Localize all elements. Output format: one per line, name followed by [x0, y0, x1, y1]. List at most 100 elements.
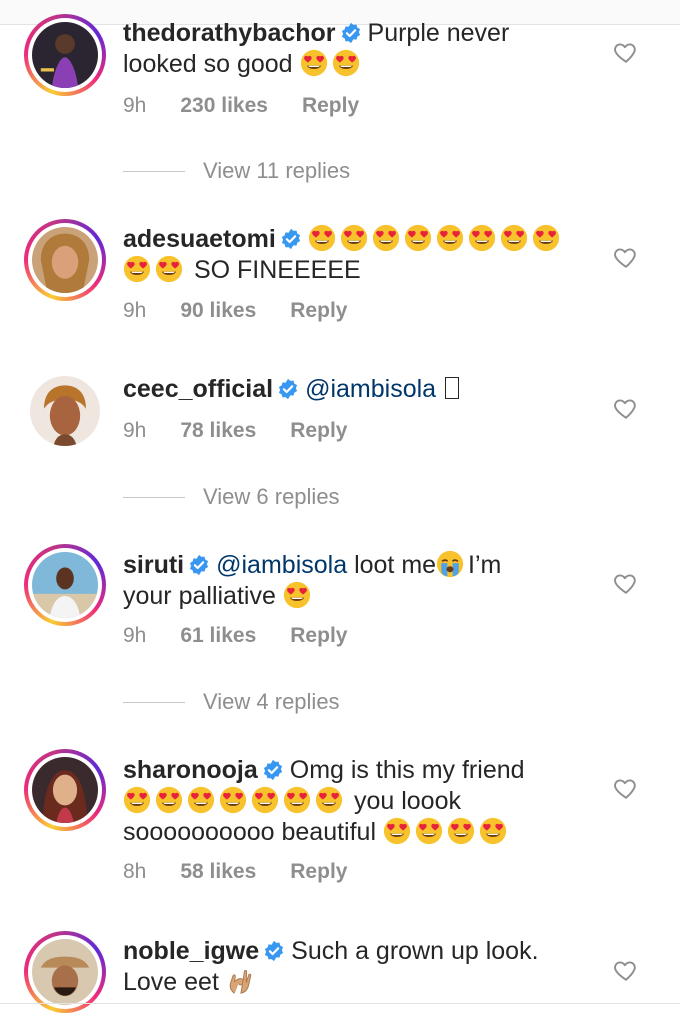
timestamp: 9h [123, 624, 147, 647]
heart-eyes-emoji-icon [187, 786, 215, 814]
username[interactable]: adesuaetomi [123, 225, 276, 253]
avatar[interactable] [30, 376, 100, 446]
missing-glyph-icon [445, 377, 460, 399]
comment-meta: 9h 61 likes Reply [123, 624, 347, 648]
avatar[interactable] [24, 219, 106, 301]
crying-emoji-icon [436, 550, 464, 578]
view-replies-label[interactable]: View 11 replies [203, 158, 350, 184]
heart-eyes-emoji-icon [251, 786, 279, 814]
comment-text: sharonooja Omg is this my friend you looo… [123, 755, 593, 848]
username[interactable]: thedorathybachor [123, 19, 336, 47]
comment-body: Purple never [367, 19, 510, 47]
view-replies-label[interactable]: View 6 replies [203, 484, 340, 510]
heart-eyes-emoji-icon [308, 224, 336, 252]
view-replies-label[interactable]: View 4 replies [203, 689, 340, 715]
verified-badge-icon [340, 22, 362, 44]
username[interactable]: sharonooja [123, 756, 258, 784]
view-replies-button[interactable]: View 11 replies [123, 158, 423, 188]
comment-body: your palliative [123, 582, 276, 610]
comment-body: loot me [354, 551, 437, 579]
heart-outline-icon[interactable] [613, 395, 639, 421]
heart-eyes-emoji-icon [300, 49, 328, 77]
likes-count[interactable]: 61 likes [180, 624, 256, 647]
verified-badge-icon [188, 554, 210, 576]
comment-body: soooooooooo beautiful [123, 818, 377, 846]
heart-eyes-emoji-icon [155, 786, 183, 814]
divider [123, 702, 185, 703]
divider [123, 497, 185, 498]
heart-eyes-emoji-icon [404, 224, 432, 252]
verified-badge-icon [280, 228, 302, 250]
comment-text: siruti @iambisola loot me I’m your palliat… [123, 550, 593, 612]
comment-text: ceec_official @iambisola [123, 374, 593, 405]
comment-text: adesuaetomi SO FINEEEEE [123, 224, 593, 286]
heart-eyes-emoji-icon [332, 49, 360, 77]
timestamp: 8h [123, 860, 147, 883]
likes-count[interactable]: 58 likes [180, 860, 256, 883]
divider [123, 171, 185, 172]
verified-badge-icon [277, 378, 299, 400]
avatar[interactable] [24, 544, 106, 626]
username[interactable]: ceec_official [123, 375, 273, 403]
likes-count[interactable]: 230 likes [180, 94, 268, 117]
view-replies-button[interactable]: View 6 replies [123, 484, 423, 514]
heart-eyes-emoji-icon [123, 786, 151, 814]
divider [0, 1003, 680, 1004]
heart-eyes-emoji-icon [479, 817, 507, 845]
heart-outline-icon[interactable] [613, 775, 639, 801]
heart-outline-icon[interactable] [613, 957, 639, 983]
mention-link[interactable]: @iambisola [216, 551, 347, 579]
timestamp: 9h [123, 94, 147, 117]
heart-eyes-emoji-icon [340, 224, 368, 252]
heart-eyes-emoji-icon [372, 224, 400, 252]
comment-body: you loook [353, 787, 461, 815]
comment-body: I’m [468, 551, 502, 579]
mention-link[interactable]: @iambisola [305, 375, 436, 403]
view-replies-button[interactable]: View 4 replies [123, 689, 423, 719]
avatar[interactable] [24, 14, 106, 96]
comment-body: Such a grown up look. [291, 937, 539, 965]
heart-eyes-emoji-icon [283, 786, 311, 814]
heart-eyes-emoji-icon [436, 224, 464, 252]
avatar[interactable] [24, 749, 106, 831]
reply-button[interactable]: Reply [302, 94, 359, 117]
ok-hand-emoji-icon [226, 967, 254, 995]
heart-eyes-emoji-icon [219, 786, 247, 814]
verified-badge-icon [263, 940, 285, 962]
timestamp: 9h [123, 419, 147, 442]
heart-eyes-emoji-icon [155, 255, 183, 283]
reply-button[interactable]: Reply [290, 860, 347, 883]
heart-eyes-emoji-icon [315, 786, 343, 814]
username[interactable]: siruti [123, 551, 184, 579]
comment-meta: 9h 90 likes Reply [123, 299, 347, 323]
heart-eyes-emoji-icon [123, 255, 151, 283]
heart-outline-icon[interactable] [613, 570, 639, 596]
reply-button[interactable]: Reply [290, 299, 347, 322]
heart-eyes-emoji-icon [415, 817, 443, 845]
comment-body: SO FINEEEEE [193, 256, 361, 284]
heart-outline-icon[interactable] [613, 39, 639, 65]
comment-meta: 9h 78 likes Reply [123, 419, 347, 443]
comment-text: thedorathybachor Purple never looked so g… [123, 18, 593, 80]
comment-body: Omg is this my friend [289, 756, 525, 784]
heart-eyes-emoji-icon [500, 224, 528, 252]
heart-eyes-emoji-icon [468, 224, 496, 252]
avatar[interactable] [24, 931, 106, 1013]
reply-button[interactable]: Reply [290, 624, 347, 647]
timestamp: 9h [123, 299, 147, 322]
comment-text: noble_igwe Such a grown up look. Love eet [123, 936, 593, 998]
comment-body: Love eet [123, 968, 219, 996]
heart-eyes-emoji-icon [532, 224, 560, 252]
verified-badge-icon [262, 759, 284, 781]
likes-count[interactable]: 90 likes [180, 299, 256, 322]
comment-body: looked so good [123, 50, 293, 78]
reply-button[interactable]: Reply [290, 419, 347, 442]
heart-eyes-emoji-icon [447, 817, 475, 845]
heart-eyes-emoji-icon [283, 581, 311, 609]
likes-count[interactable]: 78 likes [180, 419, 256, 442]
heart-outline-icon[interactable] [613, 244, 639, 270]
heart-eyes-emoji-icon [383, 817, 411, 845]
comment-meta: 9h 230 likes Reply [123, 94, 359, 118]
comment-meta: 8h 58 likes Reply [123, 860, 347, 884]
username[interactable]: noble_igwe [123, 937, 259, 965]
